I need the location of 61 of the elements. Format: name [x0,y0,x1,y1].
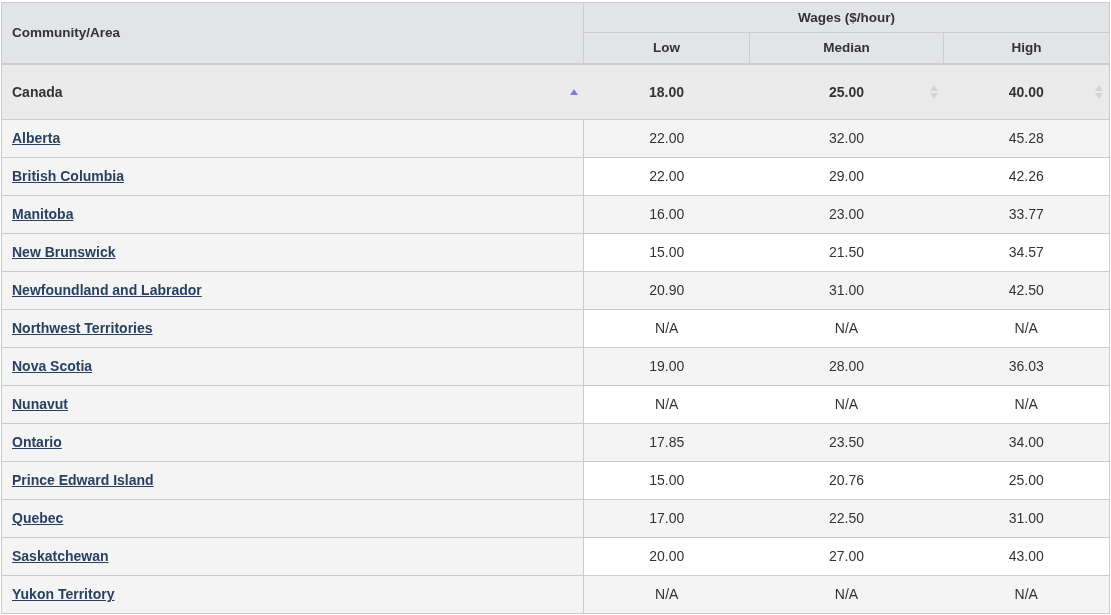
column-header: Community/Area [1,2,584,64]
row-header: Canada [12,83,63,100]
table-cell: 22.00 [583,157,750,195]
table-cell: 20.76 [749,461,944,499]
table-cell: 27.00 [749,537,944,575]
table-cell: 40.00 [1008,83,1044,100]
table-cell: 20.00 [583,537,750,575]
table-cell: 20.90 [583,271,750,309]
table-cell: 45.28 [943,119,1110,157]
area-link[interactable]: Nova Scotia [12,358,93,374]
table-cell: 23.50 [749,423,944,461]
table-cell: N/A [749,385,944,423]
area-link[interactable]: Saskatchewan [12,548,109,564]
table-cell: 22.50 [749,499,944,537]
table-cell: N/A [943,309,1110,347]
table-cell: 33.77 [943,195,1110,233]
table-cell: 31.00 [749,271,944,309]
table-cell: 28.00 [749,347,944,385]
column-header: Median [749,32,944,64]
table-cell: N/A [749,309,944,347]
area-link[interactable]: Northwest Territories [12,320,153,336]
table-cell: N/A [583,385,750,423]
table-cell: 42.50 [943,271,1110,309]
column-group-header: Wages ($/hour) [583,2,1110,33]
table-cell: 36.03 [943,347,1110,385]
table-cell: 15.00 [583,461,750,499]
table-cell: 23.00 [749,195,944,233]
table-cell: N/A [943,385,1110,423]
area-link[interactable]: Prince Edward Island [12,472,154,488]
table-cell: 19.00 [583,347,750,385]
area-link[interactable]: Nunavut [12,396,68,412]
table-cell: 17.85 [583,423,750,461]
area-link[interactable]: Yukon Territory [12,586,115,602]
table-cell: 34.00 [943,423,1110,461]
table-cell: 16.00 [583,195,750,233]
table-cell: 25.00 [943,461,1110,499]
table-cell: N/A [943,575,1110,613]
table-cell: N/A [749,575,944,613]
column-header: High [943,32,1110,64]
area-link[interactable]: British Columbia [12,168,124,184]
table-cell: 29.00 [749,157,944,195]
table-cell: 25.00 [828,83,864,100]
area-link[interactable]: Manitoba [12,206,74,222]
table-cell: N/A [583,575,750,613]
table-cell: 17.00 [583,499,750,537]
table-cell: 34.57 [943,233,1110,271]
table-cell: 22.00 [583,119,750,157]
table-cell: 15.00 [583,233,750,271]
table-cell: 18.00 [648,83,684,100]
table-cell: 31.00 [943,499,1110,537]
table-cell: 42.26 [943,157,1110,195]
area-link[interactable]: Newfoundland and Labrador [12,282,202,298]
area-link[interactable]: Alberta [12,130,61,146]
table-cell: N/A [583,309,750,347]
area-link[interactable]: New Brunswick [12,244,116,260]
column-header: Low [583,32,750,64]
table-cell: 43.00 [943,537,1110,575]
area-link[interactable]: Quebec [12,510,64,526]
area-link[interactable]: Ontario [12,434,62,450]
table-cell: 32.00 [749,119,944,157]
table-cell: 21.50 [749,233,944,271]
